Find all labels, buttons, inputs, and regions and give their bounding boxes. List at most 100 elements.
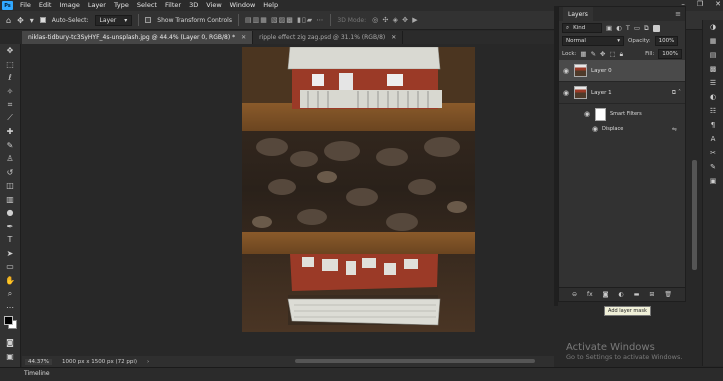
tab-ripple-effect[interactable]: ripple effect zig zag.psd @ 31.1% (RGB/8… xyxy=(253,31,404,44)
brush-tool-icon[interactable]: ✎ xyxy=(0,139,20,153)
menu-window[interactable]: Window xyxy=(226,0,260,11)
menu-help[interactable]: Help xyxy=(259,0,282,11)
clone-stamp-icon[interactable]: ♙ xyxy=(0,152,20,166)
lock-pixels-icon[interactable]: ✎ xyxy=(591,50,596,58)
layer-style-icon[interactable]: fx xyxy=(587,291,593,298)
smart-filters-row[interactable]: ◉ Smart Filters xyxy=(559,104,685,124)
vertical-scrollbar[interactable] xyxy=(692,160,697,270)
dodge-tool-icon[interactable]: ● xyxy=(0,206,20,220)
history-brush-icon[interactable]: ↺ xyxy=(0,166,20,180)
move-tool-icon[interactable]: ✥ xyxy=(17,16,24,25)
horizontal-scrollbar[interactable] xyxy=(295,359,535,363)
color-panel-icon[interactable]: ◑ xyxy=(703,20,723,34)
timeline-tab[interactable]: Timeline xyxy=(24,370,50,377)
opacity-input[interactable]: 100% xyxy=(654,36,679,46)
menu-image[interactable]: Image xyxy=(55,0,83,11)
menu-edit[interactable]: Edit xyxy=(35,0,56,11)
patterns-panel-icon[interactable]: ▩ xyxy=(703,62,723,76)
chevron-down-icon[interactable]: ▾ xyxy=(30,16,34,25)
3d-mode-icons[interactable]: ◎ ✣ ◈ ✥ ▶ xyxy=(372,16,419,24)
menu-layer[interactable]: Layer xyxy=(84,0,110,11)
crop-tool-icon[interactable]: ⌗ xyxy=(0,98,20,112)
lock-all-icon[interactable]: 🔒︎ xyxy=(620,50,623,59)
filter-toggle[interactable] xyxy=(652,24,660,32)
paragraph-panel-icon[interactable]: ¶ xyxy=(703,118,723,132)
type-filter-icon[interactable]: T xyxy=(626,24,630,32)
add-layer-mask-icon[interactable]: ◙ xyxy=(603,291,609,298)
tab-unsplash-photo[interactable]: niklas-tidbury-tc3SyHYF_4s-unsplash.jpg … xyxy=(22,31,254,44)
adjustment-layer-icon[interactable]: ◐ xyxy=(618,291,623,298)
align-icons[interactable]: ▤▥▦ ▧▨▩ ▮▯▰ ⋯ xyxy=(245,16,324,24)
hand-tool-icon[interactable]: ✋ xyxy=(0,274,20,288)
link-layers-icon[interactable]: ⊖ xyxy=(572,291,577,298)
home-icon[interactable]: ⌂ xyxy=(6,16,11,25)
filter-displace-row[interactable]: ◉ Displace ⇋ xyxy=(559,124,685,134)
healing-brush-icon[interactable]: ✚ xyxy=(0,125,20,139)
smart-object-filter-icon[interactable]: ⧉ xyxy=(644,24,649,33)
gradient-tool-icon[interactable]: ▥ xyxy=(0,193,20,207)
tab-layers[interactable]: Layers xyxy=(563,7,593,21)
maximize-button[interactable]: ❐ xyxy=(697,0,703,8)
move-tool-icon[interactable]: ✥ xyxy=(0,44,20,58)
path-selection-icon[interactable]: ➤ xyxy=(0,247,20,261)
fill-input[interactable]: 100% xyxy=(658,49,682,59)
type-tool-icon[interactable]: T xyxy=(0,233,20,247)
document-info[interactable]: 1000 px x 1500 px (72 ppi) xyxy=(62,359,137,365)
visibility-eye-icon[interactable]: ◉ xyxy=(562,89,570,97)
screen-mode-icon[interactable]: ▣ xyxy=(0,350,20,364)
rectangle-tool-icon[interactable]: ▭ xyxy=(0,260,20,274)
zoom-tool-icon[interactable]: ⌕ xyxy=(0,287,20,301)
menu-3d[interactable]: 3D xyxy=(185,0,202,11)
chevron-right-icon[interactable]: › xyxy=(147,359,149,365)
lock-transparency-icon[interactable]: ▦ xyxy=(580,50,586,58)
info-panel-icon[interactable]: ▣ xyxy=(703,174,723,188)
menu-file[interactable]: File xyxy=(16,0,35,11)
menu-view[interactable]: View xyxy=(202,0,225,11)
menu-type[interactable]: Type xyxy=(110,0,133,11)
tools-panel-icon[interactable]: ✂ xyxy=(703,146,723,160)
swatches-panel-icon[interactable]: ▦ xyxy=(703,34,723,48)
layer-row-layer-0[interactable]: ◉ Layer 0 xyxy=(559,60,685,82)
transform-controls-checkbox[interactable] xyxy=(145,17,152,23)
adjustments-panel-icon[interactable]: ◐ xyxy=(703,90,723,104)
zoom-level[interactable]: 44.37% xyxy=(25,358,52,365)
libraries-panel-icon[interactable]: ☷ xyxy=(703,104,723,118)
marquee-tool-icon[interactable]: ⬚ xyxy=(0,58,20,72)
foreground-color-swatch[interactable] xyxy=(4,316,13,325)
delete-layer-icon[interactable]: 🗑︎ xyxy=(664,291,672,298)
canvas-area[interactable] xyxy=(22,44,554,356)
adjustment-filter-icon[interactable]: ◐ xyxy=(616,24,622,32)
lock-artboard-icon[interactable]: ⬚ xyxy=(609,50,615,58)
new-layer-icon[interactable]: ⊞ xyxy=(649,291,654,298)
document-canvas[interactable] xyxy=(242,47,475,332)
auto-select-checkbox[interactable] xyxy=(39,17,46,23)
menu-filter[interactable]: Filter xyxy=(161,0,185,11)
close-button[interactable]: ✕ xyxy=(715,0,721,8)
auto-select-dropdown[interactable]: Layer ▾ xyxy=(94,14,133,26)
color-swatches[interactable] xyxy=(0,314,20,336)
close-icon[interactable]: ✕ xyxy=(391,34,396,41)
filter-blending-options-icon[interactable]: ⇋ xyxy=(672,126,677,133)
blend-mode-dropdown[interactable]: Normal ▾ xyxy=(562,36,624,46)
visibility-eye-icon[interactable]: ◉ xyxy=(591,125,599,133)
brush-panel-icon[interactable]: ✎ xyxy=(703,160,723,174)
kind-filter-dropdown[interactable]: ⌕ Kind xyxy=(562,23,602,33)
menu-select[interactable]: Select xyxy=(133,0,161,11)
eyedropper-icon[interactable]: ⟋ xyxy=(0,112,20,126)
new-group-icon[interactable]: ▬ xyxy=(634,291,640,298)
magic-wand-icon[interactable]: ✧ xyxy=(0,85,20,99)
shape-filter-icon[interactable]: ▭ xyxy=(634,24,640,32)
pen-tool-icon[interactable]: ✒ xyxy=(0,220,20,234)
eraser-icon[interactable]: ◫ xyxy=(0,179,20,193)
quick-mask-icon[interactable]: ◙ xyxy=(0,336,20,350)
more-tools-icon[interactable]: ⋯ xyxy=(0,301,20,315)
close-icon[interactable]: ✕ xyxy=(241,34,246,41)
properties-panel-icon[interactable]: ☰ xyxy=(703,76,723,90)
gradients-panel-icon[interactable]: ▤ xyxy=(703,48,723,62)
lock-position-icon[interactable]: ✥ xyxy=(600,50,605,58)
visibility-eye-icon[interactable]: ◉ xyxy=(583,110,591,118)
visibility-eye-icon[interactable]: ◉ xyxy=(562,67,570,75)
panel-menu-icon[interactable]: ≡ xyxy=(675,10,681,18)
lasso-tool-icon[interactable]: ℓ xyxy=(0,71,20,85)
pixel-filter-icon[interactable]: ▣ xyxy=(606,24,612,32)
